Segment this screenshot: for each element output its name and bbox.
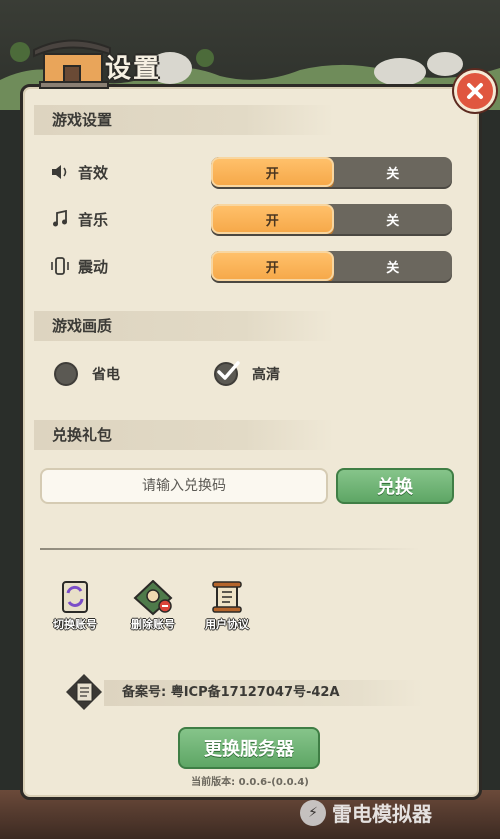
sound-label: 音效 [78,163,109,182]
speaker-icon [50,162,70,182]
section-quality: 游戏画质 [34,311,334,341]
sound-off-option[interactable]: 关 [334,157,453,187]
switch-account-label: 切换账号 [53,618,97,631]
music-toggle[interactable]: 开 关 [211,204,452,234]
vibrate-icon [50,256,70,276]
page-title: 设置 [105,54,162,84]
music-label: 音乐 [78,210,109,229]
user-agreement-label: 用户协议 [205,618,249,631]
delete-account-button[interactable]: 删除账号 [122,579,184,632]
vibrate-toggle[interactable]: 开 关 [211,251,452,281]
sound-label-row: 音效 [50,157,108,187]
lightning-icon: ⚡ [300,799,326,826]
delete-account-label: 删除账号 [131,618,175,631]
redeem-code-input[interactable]: 请输入兑换码 [40,468,328,504]
music-on-option[interactable]: 开 [211,204,334,234]
section-gift: 兑换礼包 [34,420,334,450]
divider [40,548,420,550]
quality-hd-option[interactable]: 高清 [214,361,280,386]
watermark-text: 雷电模拟器 [332,802,432,826]
delete-account-icon [133,579,173,616]
document-icon [66,674,102,710]
vibrate-off-option[interactable]: 关 [334,251,453,281]
section-game-settings: 游戏设置 [34,105,334,135]
music-note-icon [50,209,70,229]
version-text: 当前版本: 0.0.6-(0.0.4) [191,777,309,788]
quality-hd-label: 高清 [252,367,280,383]
watermark: ⚡ 雷电模拟器 [300,798,432,827]
change-server-button[interactable]: 更换服务器 [178,727,320,769]
sound-toggle[interactable]: 开 关 [211,157,452,187]
scroll-icon [212,581,242,613]
quality-power-saving-label: 省电 [92,367,120,383]
close-button[interactable] [454,70,496,112]
music-off-option[interactable]: 关 [334,204,453,234]
icp-text: 备案号: 粤ICP备17127047号-42A [122,685,340,700]
switch-account-icon [62,581,88,613]
user-agreement-button[interactable]: 用户协议 [196,580,258,632]
vibrate-on-option[interactable]: 开 [211,251,334,281]
switch-account-button[interactable]: 切换账号 [44,580,106,632]
music-label-row: 音乐 [50,204,108,234]
redeem-button[interactable]: 兑换 [336,468,454,504]
radio-unselected-icon [54,362,78,386]
quality-power-saving-option[interactable]: 省电 [54,362,120,386]
check-icon [214,361,240,386]
sound-on-option[interactable]: 开 [211,157,334,187]
vibrate-label-row: 震动 [50,251,108,281]
vibrate-label: 震动 [78,257,109,276]
close-icon [467,83,483,99]
icp-row: 备案号: 粤ICP备17127047号-42A [64,672,424,712]
